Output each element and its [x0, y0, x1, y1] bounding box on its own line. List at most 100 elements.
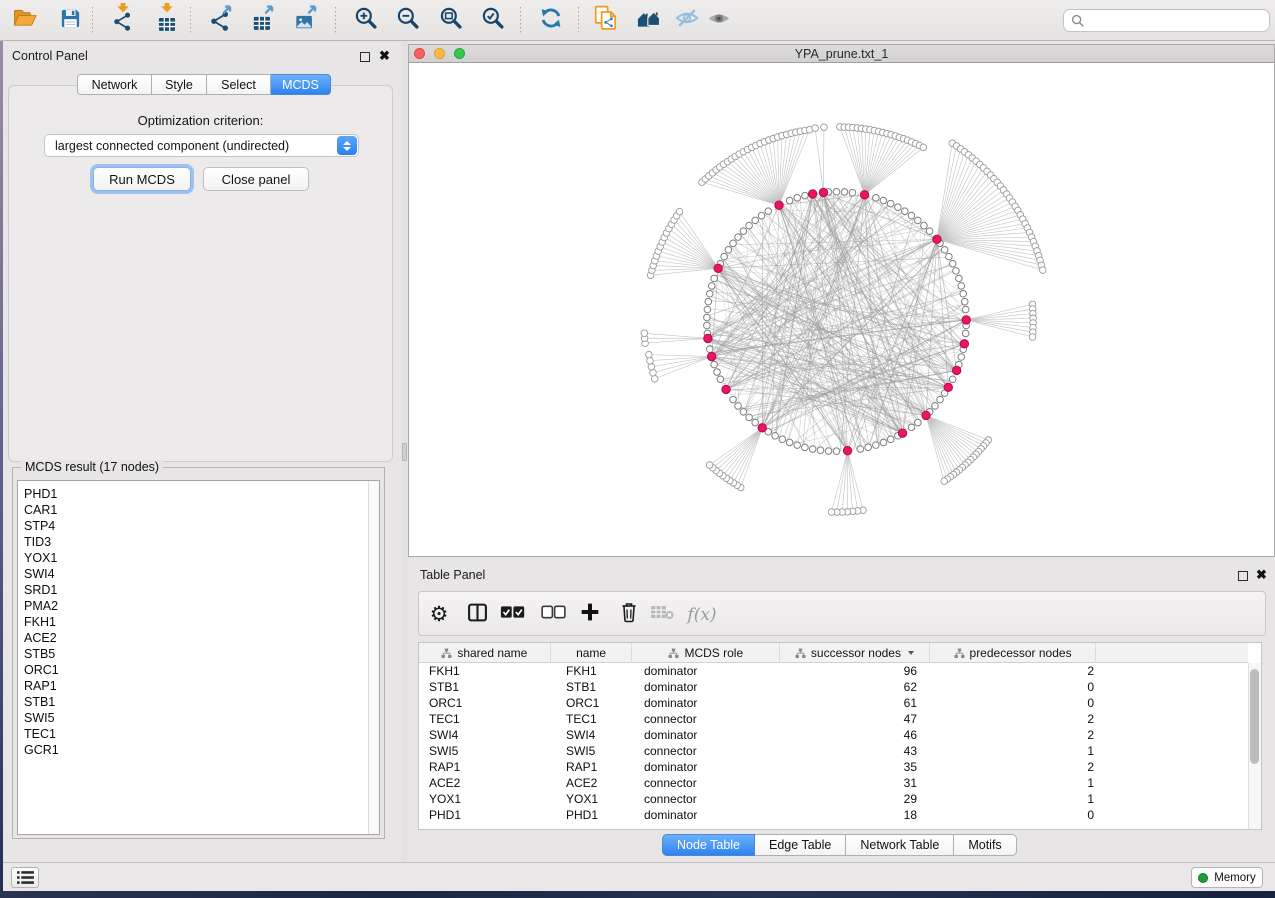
network-leaf-node[interactable] [1029, 334, 1036, 341]
network-node[interactable] [817, 447, 824, 454]
mcds-result-node[interactable]: PHD1 [18, 486, 379, 502]
mcds-result-node[interactable]: FKH1 [18, 614, 379, 630]
tab-network-table[interactable]: Network Table [846, 834, 954, 856]
network-node[interactable] [730, 396, 737, 403]
mcds-hub-node[interactable] [819, 188, 827, 196]
settings-button[interactable]: ⚙ [423, 598, 455, 631]
network-node[interactable] [725, 247, 732, 254]
mcds-result-node[interactable]: TEC1 [18, 726, 379, 742]
zoom-fit-button[interactable] [433, 3, 469, 38]
mcds-result-node[interactable]: TID3 [18, 534, 379, 550]
network-leaf-node[interactable] [812, 125, 819, 132]
mcds-hub-node[interactable] [722, 385, 730, 393]
table-panel-close-icon[interactable]: ✖ [1256, 570, 1267, 580]
network-node[interactable] [740, 228, 747, 235]
network-leaf-node[interactable] [641, 330, 648, 337]
network-node[interactable] [849, 189, 856, 196]
network-node[interactable] [962, 306, 969, 313]
tab-style[interactable]: Style [152, 74, 207, 95]
export-network-button[interactable] [203, 3, 239, 38]
network-node[interactable] [708, 283, 715, 290]
network-node[interactable] [880, 439, 887, 446]
network-node[interactable] [786, 197, 793, 204]
mcds-list-scrollbar[interactable] [368, 481, 379, 834]
network-node[interactable] [758, 212, 765, 219]
mcds-result-node[interactable]: CAR1 [18, 502, 379, 518]
network-leaf-node[interactable] [645, 351, 652, 358]
network-node[interactable] [752, 217, 759, 224]
network-node[interactable] [887, 436, 894, 443]
network-node[interactable] [765, 208, 772, 215]
mcds-hub-node[interactable] [775, 201, 783, 209]
mcds-result-node[interactable]: STP4 [18, 518, 379, 534]
network-node[interactable] [772, 432, 779, 439]
mcds-hub-node[interactable] [758, 424, 766, 432]
table-row[interactable]: SWI4SWI4dominator462 [419, 727, 1248, 743]
network-node[interactable] [962, 330, 969, 337]
network-node[interactable] [809, 446, 816, 453]
table-scrollbar[interactable] [1248, 663, 1261, 829]
table-panel-float-icon[interactable] [1238, 571, 1248, 581]
refresh-view-button[interactable] [533, 3, 569, 38]
network-leaf-node[interactable] [941, 478, 948, 485]
network-node[interactable] [901, 208, 908, 215]
window-close-light-icon[interactable] [414, 48, 425, 59]
column-header-predecessor-nodes[interactable]: predecessor nodes [930, 643, 1097, 663]
network-node[interactable] [721, 253, 728, 260]
network-leaf-node[interactable] [1039, 267, 1046, 274]
network-canvas-svg[interactable] [409, 63, 1274, 556]
import-table-button[interactable] [149, 3, 185, 38]
network-leaf-node[interactable] [828, 509, 835, 516]
table-row[interactable]: SWI5SWI5connector431 [419, 743, 1248, 759]
network-node[interactable] [908, 212, 915, 219]
tab-mcds[interactable]: MCDS [271, 74, 331, 95]
network-node[interactable] [958, 283, 965, 290]
network-node[interactable] [704, 314, 711, 321]
network-node[interactable] [857, 446, 864, 453]
network-node[interactable] [705, 298, 712, 305]
network-node[interactable] [706, 346, 713, 353]
save-session-button[interactable] [52, 3, 88, 38]
tab-motifs[interactable]: Motifs [954, 834, 1016, 856]
table-row[interactable]: TEC1TEC1connector472 [419, 711, 1248, 727]
network-node[interactable] [937, 396, 944, 403]
network-node[interactable] [833, 448, 840, 455]
column-header-successor-nodes[interactable]: successor nodes [780, 643, 930, 663]
network-node[interactable] [752, 419, 759, 426]
network-leaf-node[interactable] [648, 363, 655, 370]
network-node[interactable] [825, 448, 832, 455]
window-zoom-light-icon[interactable] [454, 48, 465, 59]
export-image-button[interactable] [288, 3, 324, 38]
mcds-hub-node[interactable] [860, 191, 868, 199]
select-all-button[interactable] [496, 598, 528, 631]
show-first-neighbors-button[interactable] [631, 3, 667, 38]
duplicate-network-button[interactable] [588, 3, 624, 38]
mcds-result-node[interactable]: RAP1 [18, 678, 379, 694]
network-node[interactable] [961, 298, 968, 305]
tab-network[interactable]: Network [77, 74, 152, 95]
network-node[interactable] [706, 290, 713, 297]
search-field[interactable] [1063, 9, 1270, 32]
table-row[interactable]: FKH1FKH1dominator962 [419, 663, 1248, 679]
network-node[interactable] [802, 444, 809, 451]
mcds-hub-node[interactable] [707, 352, 715, 360]
network-node[interactable] [717, 376, 724, 383]
mcds-hub-node[interactable] [944, 383, 952, 391]
network-view-canvas[interactable] [408, 63, 1275, 557]
create-column-button[interactable] [574, 598, 606, 631]
table-scrollbar-thumb[interactable] [1250, 669, 1259, 764]
table-row[interactable]: PHD1PHD1dominator180 [419, 807, 1248, 823]
network-node[interactable] [730, 240, 737, 247]
mcds-hub-node[interactable] [960, 340, 968, 348]
network-node[interactable] [841, 189, 848, 196]
network-node[interactable] [949, 376, 956, 383]
network-node[interactable] [735, 403, 742, 410]
network-leaf-node[interactable] [706, 462, 713, 469]
mcds-hub-node[interactable] [922, 411, 930, 419]
network-node[interactable] [802, 192, 809, 199]
task-history-button[interactable] [11, 867, 39, 888]
network-window-titlebar[interactable]: YPA_prune.txt_1 [408, 44, 1275, 63]
network-node[interactable] [833, 188, 840, 195]
network-node[interactable] [740, 408, 747, 415]
tab-select[interactable]: Select [207, 74, 271, 95]
